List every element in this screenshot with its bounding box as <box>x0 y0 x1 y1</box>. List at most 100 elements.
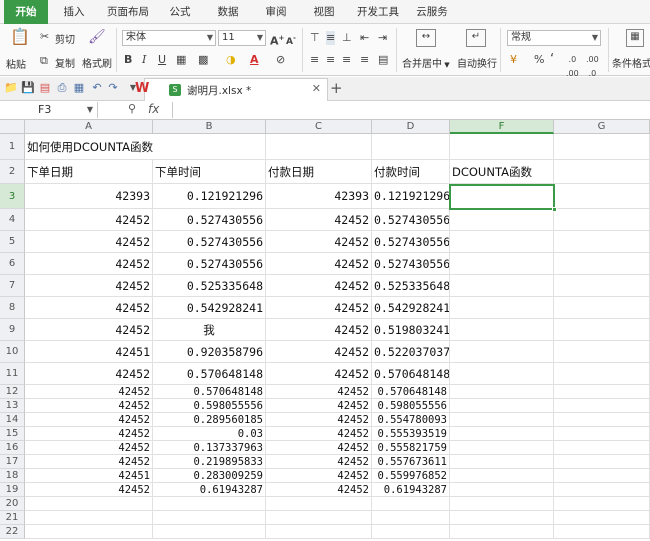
cell-c20[interactable] <box>266 497 372 511</box>
cell-f2[interactable]: DCOUNTA函数 <box>450 160 554 184</box>
cell-f22[interactable] <box>450 525 554 539</box>
fx-icon[interactable]: fx <box>148 102 159 116</box>
column-header-b[interactable]: B <box>153 120 266 134</box>
cell-a8[interactable]: 42452 <box>25 297 153 319</box>
align-left-icon[interactable]: ≡ <box>310 53 319 67</box>
number-format-select[interactable]: 常规 ▼ <box>507 30 601 46</box>
tab-view[interactable]: 视图 <box>306 0 342 24</box>
cell-a5[interactable]: 42452 <box>25 231 153 253</box>
cut-button[interactable]: 剪切 <box>55 31 75 46</box>
copy-button[interactable]: 复制 <box>55 55 75 70</box>
cell-d10[interactable]: 0.522037037 <box>372 341 450 363</box>
cell-a13[interactable]: 42452 <box>25 399 153 413</box>
cell-g13[interactable] <box>554 399 650 413</box>
cell-f12[interactable] <box>450 385 554 399</box>
row-header-11[interactable]: 11 <box>0 363 25 385</box>
undo-icon[interactable]: ↶ <box>90 81 104 95</box>
cell-b22[interactable] <box>153 525 266 539</box>
cell-c2[interactable]: 付款日期 <box>266 160 372 184</box>
cell-c1[interactable] <box>266 134 372 160</box>
cell-g5[interactable] <box>554 231 650 253</box>
column-header-c[interactable]: C <box>266 120 372 134</box>
currency-icon[interactable]: ¥ <box>510 53 517 67</box>
cell-b5[interactable]: 0.527430556 <box>153 231 266 253</box>
cell-f3[interactable] <box>450 184 554 209</box>
cell-g15[interactable] <box>554 427 650 441</box>
thousands-icon[interactable]: ‘ <box>550 53 554 67</box>
cell-d18[interactable]: 0.559976852 <box>372 469 450 483</box>
tab-insert[interactable]: 插入 <box>54 0 94 24</box>
print-icon[interactable]: ⎙ <box>55 81 69 95</box>
cell-g1[interactable] <box>554 134 650 160</box>
cell-b20[interactable] <box>153 497 266 511</box>
cell-f4[interactable] <box>450 209 554 231</box>
row-header-18[interactable]: 18 <box>0 469 25 483</box>
row-header-15[interactable]: 15 <box>0 427 25 441</box>
cell-d15[interactable]: 0.555393519 <box>372 427 450 441</box>
cell-c19[interactable]: 42452 <box>266 483 372 497</box>
cell-b16[interactable]: 0.137337963 <box>153 441 266 455</box>
tab-home[interactable]: 开始 <box>4 0 48 24</box>
row-header-4[interactable]: 4 <box>0 209 25 231</box>
cell-g8[interactable] <box>554 297 650 319</box>
row-header-2[interactable]: 2 <box>0 160 25 184</box>
cell-a11[interactable]: 42452 <box>25 363 153 385</box>
row-header-22[interactable]: 22 <box>0 525 25 539</box>
cell-a2[interactable]: 下单日期 <box>25 160 153 184</box>
cell-d16[interactable]: 0.555821759 <box>372 441 450 455</box>
row-header-5[interactable]: 5 <box>0 231 25 253</box>
font-size-select[interactable]: 11 ▼ <box>218 30 266 46</box>
cell-f17[interactable] <box>450 455 554 469</box>
underline-icon[interactable]: U <box>158 53 166 67</box>
border-icon[interactable]: ▦ <box>176 53 186 67</box>
cell-b21[interactable] <box>153 511 266 525</box>
paste-icon[interactable]: 📋 <box>10 29 30 50</box>
cell-c4[interactable]: 42452 <box>266 209 372 231</box>
cell-f8[interactable] <box>450 297 554 319</box>
wrap-text-button[interactable]: 自动换行 <box>457 55 497 70</box>
cell-a19[interactable]: 42452 <box>25 483 153 497</box>
cell-b8[interactable]: 0.542928241 <box>153 297 266 319</box>
cell-g10[interactable] <box>554 341 650 363</box>
cell-b4[interactable]: 0.527430556 <box>153 209 266 231</box>
column-header-d[interactable]: D <box>372 120 450 134</box>
italic-icon[interactable]: I <box>142 53 146 67</box>
cell-b10[interactable]: 0.920358796 <box>153 341 266 363</box>
row-header-17[interactable]: 17 <box>0 455 25 469</box>
cell-a18[interactable]: 42451 <box>25 469 153 483</box>
font-color-icon[interactable]: A <box>250 53 259 67</box>
cell-c13[interactable]: 42452 <box>266 399 372 413</box>
cell-f6[interactable] <box>450 253 554 275</box>
cell-f19[interactable] <box>450 483 554 497</box>
tab-formulas[interactable]: 公式 <box>162 0 198 24</box>
cell-g9[interactable] <box>554 319 650 341</box>
align-bottom-icon[interactable]: ⊥ <box>342 31 352 45</box>
align-middle-icon[interactable]: ≡ <box>326 31 336 45</box>
column-header-a[interactable]: A <box>25 120 153 134</box>
cell-g14[interactable] <box>554 413 650 427</box>
fill-color-icon[interactable]: ◑ <box>226 53 236 67</box>
cell-g12[interactable] <box>554 385 650 399</box>
cell-g22[interactable] <box>554 525 650 539</box>
row-header-7[interactable]: 7 <box>0 275 25 297</box>
font-name-select[interactable]: 宋体 ▼ <box>122 30 216 46</box>
cell-b13[interactable]: 0.598055556 <box>153 399 266 413</box>
cell-d9[interactable]: 0.519803241 <box>372 319 450 341</box>
cell-c9[interactable]: 42452 <box>266 319 372 341</box>
cell-b6[interactable]: 0.527430556 <box>153 253 266 275</box>
cell-b7[interactable]: 0.525335648 <box>153 275 266 297</box>
cell-a10[interactable]: 42451 <box>25 341 153 363</box>
cell-b12[interactable]: 0.570648148 <box>153 385 266 399</box>
row-header-9[interactable]: 9 <box>0 319 25 341</box>
formula-input[interactable] <box>172 102 650 118</box>
cell-c11[interactable]: 42452 <box>266 363 372 385</box>
cell-g21[interactable] <box>554 511 650 525</box>
align-center-icon[interactable]: ≡ <box>326 53 335 67</box>
cell-b18[interactable]: 0.283009259 <box>153 469 266 483</box>
cell-d1[interactable] <box>372 134 450 160</box>
conditional-format-button[interactable]: 条件格式 <box>612 55 650 70</box>
cell-b1[interactable] <box>153 134 266 160</box>
cell-c12[interactable]: 42452 <box>266 385 372 399</box>
cell-d21[interactable] <box>372 511 450 525</box>
indent-decrease-icon[interactable]: ⇤ <box>360 31 369 45</box>
